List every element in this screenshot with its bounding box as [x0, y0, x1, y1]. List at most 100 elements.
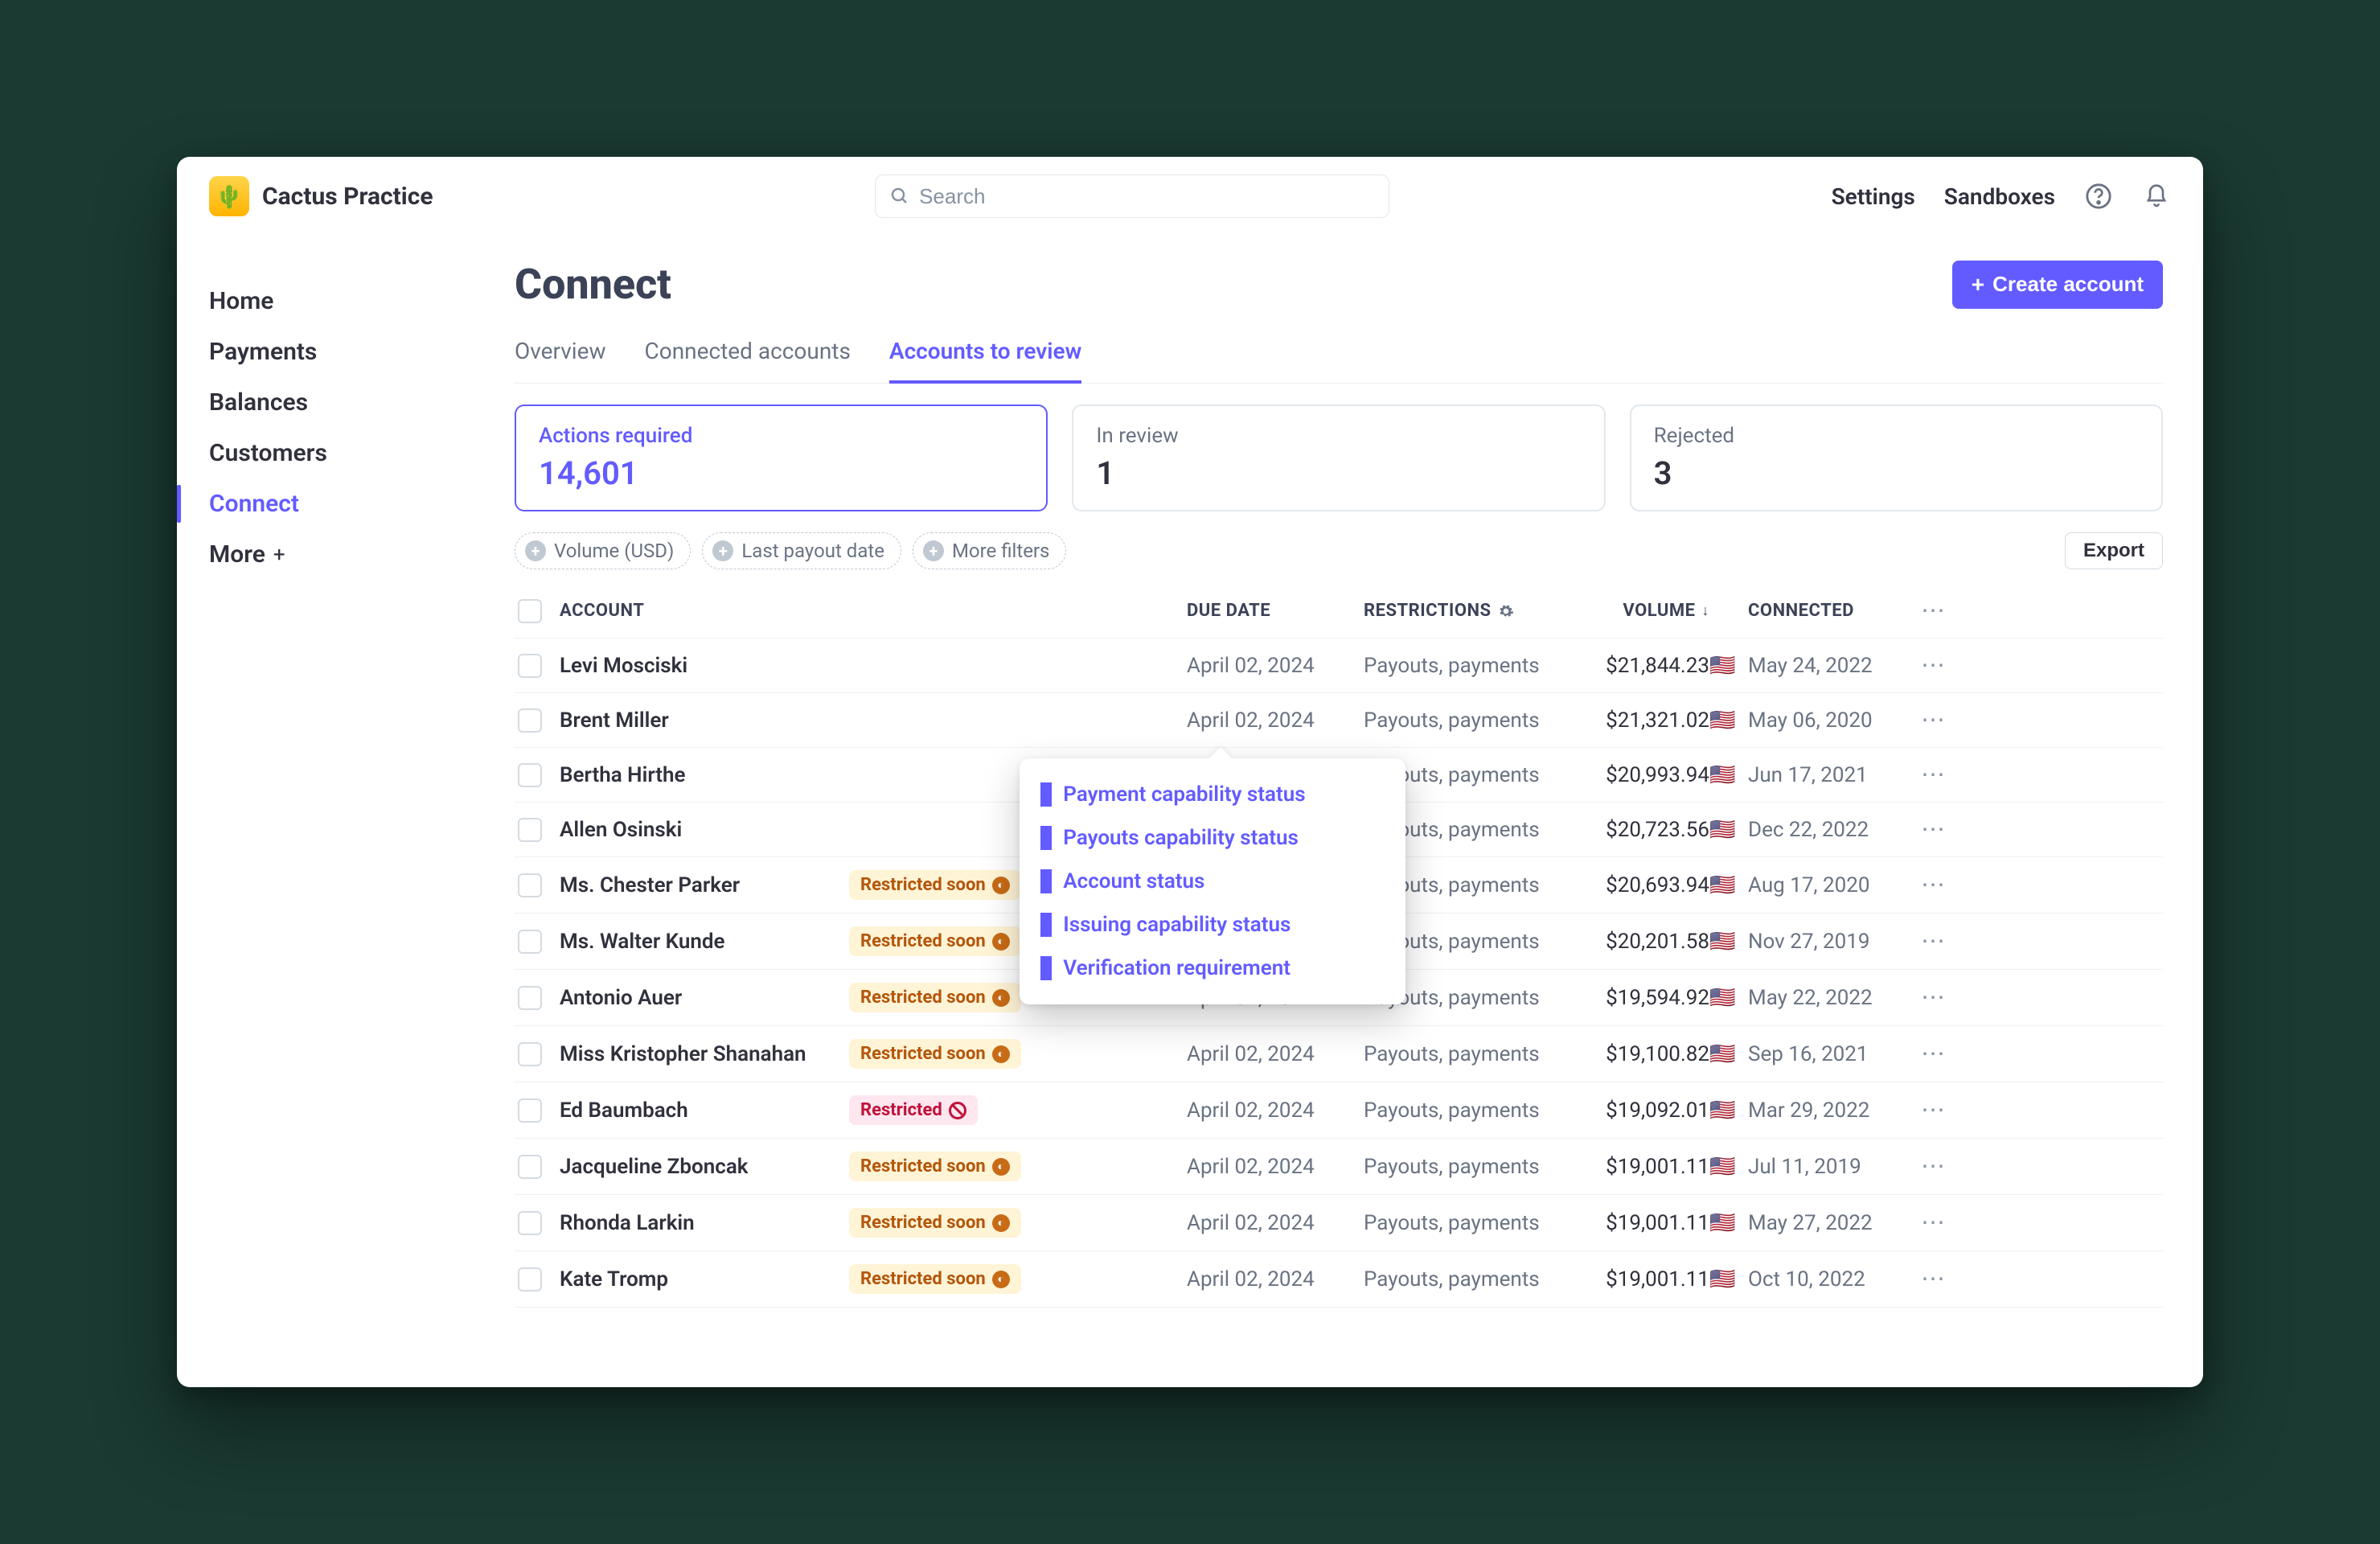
chip-last-payout[interactable]: + Last payout date	[702, 532, 901, 569]
row-checkbox[interactable]	[518, 763, 542, 787]
sidebar-item-customers[interactable]: Customers	[201, 428, 499, 478]
popover-account-status[interactable]: + Account status	[1020, 860, 1405, 903]
search-field[interactable]	[919, 184, 1374, 209]
account-name: Bertha Hirthe	[560, 763, 849, 787]
col-due-date[interactable]: DUE DATE	[1187, 601, 1364, 621]
row-actions-icon[interactable]: ⋯	[1909, 815, 1957, 844]
table-row[interactable]: Brent Miller April 02, 2024 Payouts, pay…	[515, 693, 2163, 748]
filter-row: + Volume (USD) + Last payout date + More…	[515, 532, 2163, 569]
chip-volume[interactable]: + Volume (USD)	[515, 532, 691, 569]
sidebar-item-payments[interactable]: Payments	[201, 326, 499, 377]
row-checkbox[interactable]	[518, 1155, 542, 1179]
card-rejected[interactable]: Rejected 3	[1630, 404, 2163, 511]
restrictions: Payouts, payments	[1364, 1098, 1565, 1123]
tab-accounts-to-review[interactable]: Accounts to review	[889, 328, 1081, 384]
due-date: April 02, 2024	[1187, 1098, 1364, 1123]
popover-payment-capability[interactable]: + Payment capability status	[1020, 773, 1405, 816]
create-account-button[interactable]: + Create account	[1952, 261, 2163, 309]
account-name: Brent Miller	[560, 708, 849, 733]
row-checkbox[interactable]	[518, 930, 542, 954]
table-row[interactable]: Miss Kristopher Shanahan Restricted soon…	[515, 1026, 2163, 1082]
row-actions-icon[interactable]: ⋯	[1909, 1040, 1957, 1068]
popover-item-label: Verification requirement	[1063, 956, 1291, 980]
notifications-icon[interactable]	[2142, 182, 2171, 211]
search-input[interactable]	[875, 175, 1389, 218]
card-value: 3	[1654, 454, 2139, 492]
connected-date: Dec 22, 2022	[1748, 818, 1909, 842]
sidebar-item-more[interactable]: More +	[201, 529, 499, 580]
col-connected[interactable]: CONNECTED	[1748, 601, 1909, 621]
plus-circle-icon: +	[525, 540, 546, 561]
row-actions-icon[interactable]: ⋯	[1909, 1152, 1957, 1181]
row-checkbox[interactable]	[518, 873, 542, 897]
tab-connected-accounts[interactable]: Connected accounts	[645, 328, 851, 383]
tabs: Overview Connected accounts Accounts to …	[515, 328, 2163, 384]
table-row[interactable]: Ed Baumbach Restricted April 02, 2024 Pa…	[515, 1082, 2163, 1139]
prohibited-icon	[949, 1102, 966, 1119]
row-checkbox[interactable]	[518, 1211, 542, 1235]
account-name: Ms. Chester Parker	[560, 873, 849, 897]
due-date: April 02, 2024	[1187, 654, 1364, 678]
country-flag-icon: 🇺🇸	[1709, 654, 1748, 678]
restrictions: Payouts, payments	[1364, 1267, 1565, 1291]
app-window: 🌵 Cactus Practice Settings Sandboxes Hom…	[177, 157, 2203, 1387]
status-cell: Restricted	[849, 1095, 1187, 1125]
status-text: Restricted soon	[860, 1269, 986, 1289]
row-actions-icon[interactable]: ⋯	[1909, 1265, 1957, 1293]
row-checkbox[interactable]	[518, 1267, 542, 1291]
row-actions-icon[interactable]: ⋯	[1909, 871, 1957, 899]
brand[interactable]: 🌵 Cactus Practice	[209, 176, 433, 216]
connected-date: Aug 17, 2020	[1748, 873, 1909, 897]
status-badge: Restricted soon◐	[849, 1264, 1021, 1294]
table-row[interactable]: Rhonda Larkin Restricted soon◐ April 02,…	[515, 1195, 2163, 1251]
cactus-icon: 🌵	[215, 183, 244, 210]
row-actions-icon[interactable]: ⋯	[1909, 1096, 1957, 1124]
status-text: Restricted soon	[860, 1213, 986, 1233]
chip-more-filters[interactable]: + More filters	[913, 532, 1066, 569]
table-row[interactable]: Levi Mosciski April 02, 2024 Payouts, pa…	[515, 639, 2163, 693]
card-in-review[interactable]: In review 1	[1072, 404, 1605, 511]
row-checkbox[interactable]	[518, 986, 542, 1010]
col-restrictions[interactable]: RESTRICTIONS	[1364, 601, 1565, 621]
sidebar-item-balances[interactable]: Balances	[201, 377, 499, 428]
account-name: Ed Baumbach	[560, 1098, 849, 1123]
col-account[interactable]: ACCOUNT	[560, 601, 849, 621]
popover-verification-requirement[interactable]: + Verification requirement	[1020, 947, 1405, 990]
export-button[interactable]: Export	[2065, 532, 2163, 569]
table-row[interactable]: Kate Tromp Restricted soon◐ April 02, 20…	[515, 1251, 2163, 1308]
page-header: Connect + Create account	[515, 260, 2163, 309]
row-checkbox[interactable]	[518, 1042, 542, 1066]
tab-overview[interactable]: Overview	[515, 328, 606, 383]
row-actions-icon[interactable]: ⋯	[1909, 706, 1957, 734]
status-badge: Restricted soon◐	[849, 1039, 1021, 1069]
select-all-checkbox[interactable]	[518, 599, 542, 623]
more-filters-popover: + Payment capability status + Payouts ca…	[1020, 758, 1405, 1004]
row-checkbox[interactable]	[518, 654, 542, 678]
sidebar-item-connect[interactable]: Connect	[201, 478, 499, 529]
row-actions-icon[interactable]: ⋯	[1909, 983, 1957, 1012]
sidebar-item-home[interactable]: Home	[201, 276, 499, 326]
row-checkbox[interactable]	[518, 708, 542, 733]
row-actions-icon[interactable]: ⋯	[1909, 1209, 1957, 1237]
connected-date: Oct 10, 2022	[1748, 1267, 1909, 1291]
popover-issuing-capability[interactable]: + Issuing capability status	[1020, 903, 1405, 947]
sandboxes-link[interactable]: Sandboxes	[1944, 183, 2055, 210]
top-links: Settings Sandboxes	[1832, 182, 2171, 211]
popover-payouts-capability[interactable]: + Payouts capability status	[1020, 816, 1405, 860]
row-checkbox[interactable]	[518, 818, 542, 842]
settings-link[interactable]: Settings	[1832, 183, 1915, 210]
restrictions: Payouts, payments	[1364, 654, 1565, 678]
card-actions-required[interactable]: Actions required 14,601	[515, 404, 1048, 511]
help-icon[interactable]	[2084, 182, 2113, 211]
col-volume[interactable]: VOLUME ↓	[1565, 601, 1709, 621]
row-checkbox[interactable]	[518, 1098, 542, 1123]
status-text: Restricted soon	[860, 875, 986, 895]
row-actions-icon[interactable]: ⋯	[1909, 651, 1957, 680]
table-row[interactable]: Jacqueline Zboncak Restricted soon◐ Apri…	[515, 1139, 2163, 1195]
account-name: Levi Mosciski	[560, 654, 849, 678]
row-actions-icon[interactable]: ⋯	[1909, 761, 1957, 789]
table-header-more-icon[interactable]: ⋯	[1909, 597, 1957, 625]
row-actions-icon[interactable]: ⋯	[1909, 927, 1957, 955]
country-flag-icon: 🇺🇸	[1709, 708, 1748, 733]
clock-icon: ◐	[992, 1158, 1010, 1176]
